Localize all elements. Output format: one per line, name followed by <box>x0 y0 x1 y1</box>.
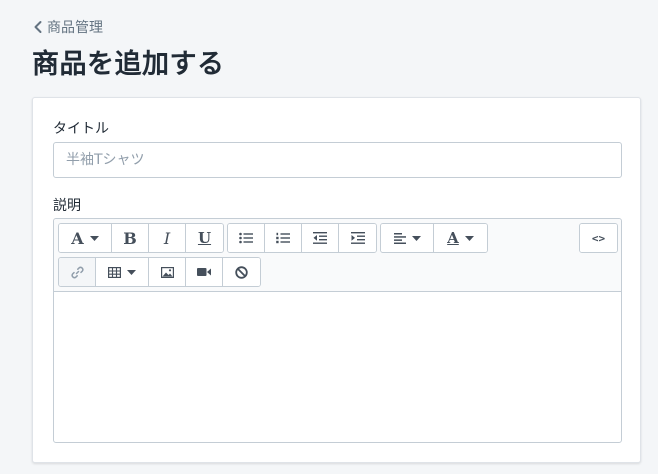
code-view-button[interactable]: <> <box>580 224 617 252</box>
chevron-left-icon <box>34 21 42 33</box>
underline-button[interactable]: U <box>186 224 223 252</box>
link-icon <box>70 266 84 278</box>
bold-button[interactable]: B <box>112 224 149 252</box>
clear-format-button[interactable] <box>223 258 260 286</box>
caret-down-icon <box>411 235 421 241</box>
editor-content[interactable] <box>54 292 621 442</box>
breadcrumb[interactable]: 商品管理 <box>33 17 103 37</box>
video-icon <box>197 268 211 276</box>
text-color-dropdown-button[interactable]: A <box>434 224 487 252</box>
breadcrumb-label: 商品管理 <box>47 20 103 36</box>
link-button[interactable] <box>59 258 96 286</box>
bold-icon: B <box>123 228 137 248</box>
title-label: タイトル <box>53 121 109 137</box>
indent-button[interactable] <box>339 224 376 252</box>
bullet-list-icon <box>239 232 253 244</box>
align-left-icon <box>393 232 406 244</box>
page-title: 商品を追加する <box>32 49 225 80</box>
product-card: タイトル 説明 A B I U <box>32 97 641 463</box>
caret-down-icon <box>127 269 136 275</box>
text-color-icon: A <box>447 229 459 247</box>
bullet-list-button[interactable] <box>228 224 265 252</box>
font-icon: A <box>71 228 84 248</box>
paragraph-group: A <box>380 223 488 253</box>
caret-down-icon <box>464 235 474 241</box>
numbered-list-icon <box>276 232 290 244</box>
rich-text-editor: A B I U A <> <box>53 218 622 443</box>
indent-icon <box>350 232 365 244</box>
list-group <box>227 223 377 253</box>
underline-icon: U <box>197 229 212 247</box>
caret-down-icon <box>89 235 99 241</box>
video-button[interactable] <box>186 258 223 286</box>
insert-group <box>58 257 261 287</box>
code-icon: <> <box>591 231 606 245</box>
numbered-list-button[interactable] <box>265 224 302 252</box>
table-dropdown-button[interactable] <box>96 258 149 286</box>
italic-button[interactable]: I <box>149 224 186 252</box>
image-icon <box>160 266 174 278</box>
title-input[interactable] <box>53 142 622 178</box>
align-dropdown-button[interactable] <box>381 224 434 252</box>
italic-icon: I <box>163 228 171 248</box>
font-dropdown-button[interactable]: A <box>59 224 112 252</box>
editor-toolbar: A B I U A <> <box>54 219 621 292</box>
text-style-group: A B I U <box>58 223 224 253</box>
outdent-button[interactable] <box>302 224 339 252</box>
image-button[interactable] <box>149 258 186 286</box>
outdent-icon <box>313 232 327 244</box>
description-label: 説明 <box>53 198 81 214</box>
source-group: <> <box>579 223 618 253</box>
table-icon <box>108 266 121 278</box>
ban-icon <box>235 265 248 279</box>
